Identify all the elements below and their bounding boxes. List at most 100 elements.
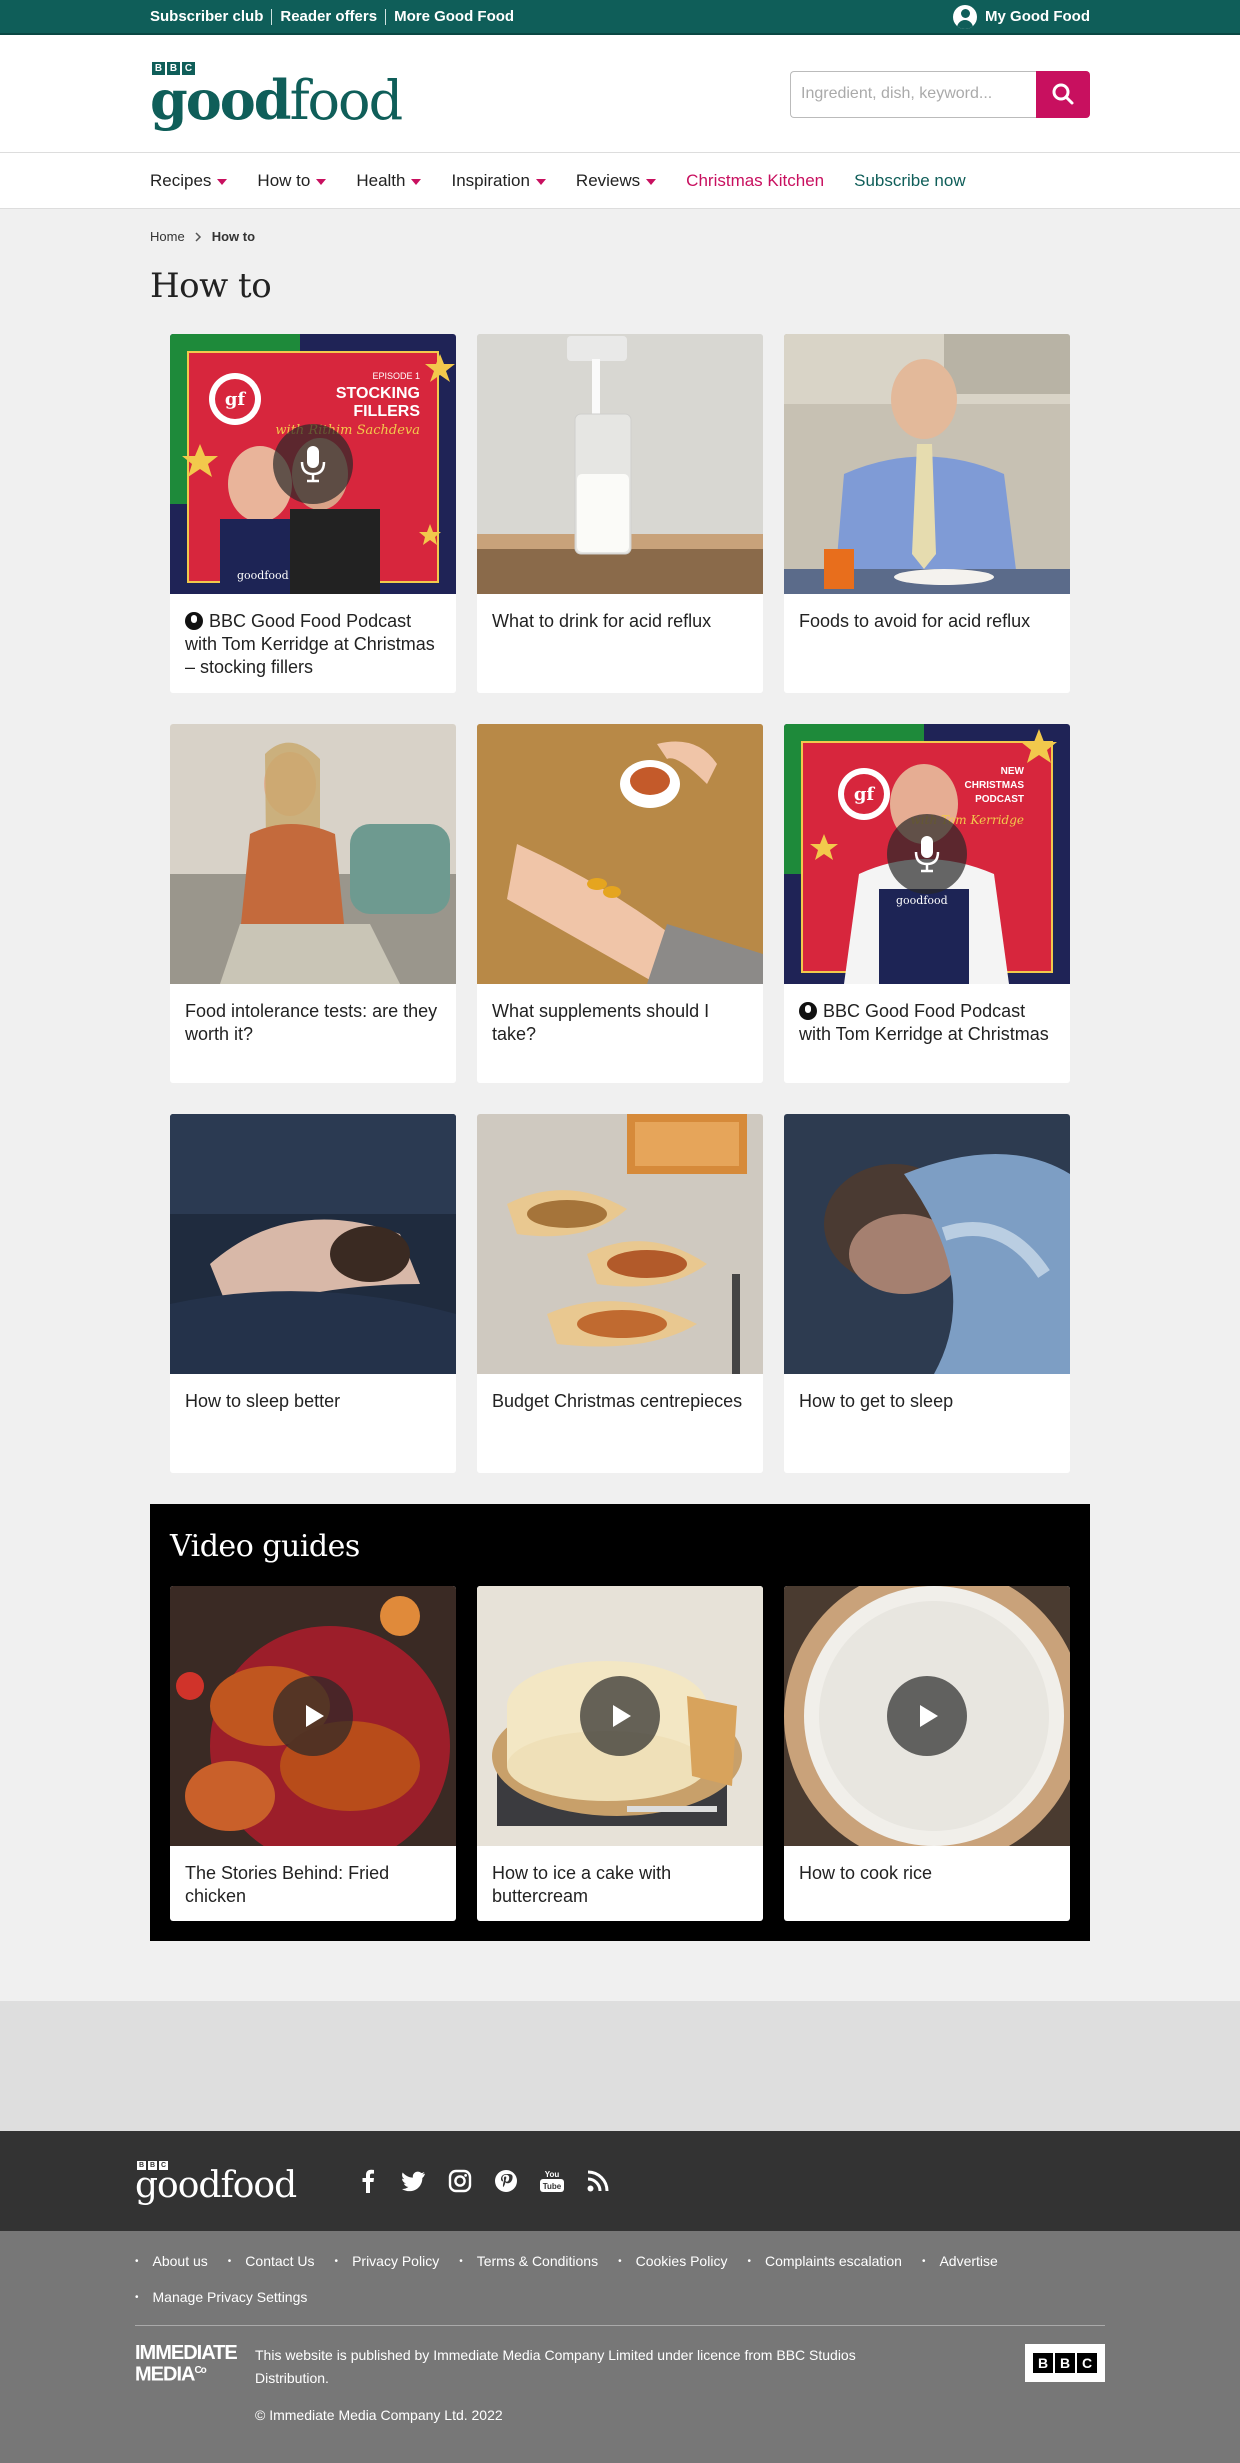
- chevron-down-icon: [411, 179, 422, 185]
- subscriber-club-link[interactable]: Subscriber club: [150, 8, 271, 25]
- artwork-new-text: NEW: [1001, 766, 1025, 777]
- nav-subscribe[interactable]: Subscribe now: [854, 171, 966, 191]
- footer-link-privacy-settings[interactable]: Manage Privacy Settings: [135, 2289, 308, 2305]
- nav-how-to[interactable]: How to: [257, 171, 327, 191]
- bbc-letter: B: [1033, 2353, 1053, 2373]
- nav-label: Health: [356, 171, 406, 190]
- publisher-text: This website is published by Immediate M…: [255, 2347, 856, 2386]
- nav-christmas-kitchen[interactable]: Christmas Kitchen: [686, 171, 824, 191]
- facebook-icon[interactable]: [356, 2169, 380, 2193]
- logo-food: food: [220, 2164, 297, 2206]
- footer-link-terms[interactable]: Terms & Conditions: [459, 2253, 598, 2269]
- podcast-play-overlay[interactable]: [887, 814, 967, 894]
- nav-recipes[interactable]: Recipes: [150, 171, 228, 191]
- video-play-button[interactable]: [273, 1676, 353, 1756]
- card-image: [170, 1114, 456, 1374]
- card-title: What supplements should I take?: [492, 1001, 710, 1044]
- artwork-gf-logo: gf: [225, 389, 247, 410]
- card-title: How to get to sleep: [799, 1391, 954, 1411]
- chevron-down-icon: [646, 179, 657, 185]
- chevron-down-icon: [217, 179, 228, 185]
- utility-links: Subscriber club Reader offers More Good …: [150, 8, 522, 25]
- article-card[interactable]: What to drink for acid reflux: [477, 334, 763, 693]
- play-icon: [920, 1705, 938, 1727]
- footer-link-privacy-policy[interactable]: Privacy Policy: [335, 2253, 439, 2269]
- my-good-food-link[interactable]: My Good Food: [953, 4, 1090, 29]
- podcast-icon: [799, 1002, 817, 1020]
- bbc-letter: C: [1077, 2353, 1097, 2373]
- card-title: BBC Good Food Podcast with Tom Kerridge …: [170, 594, 456, 679]
- card-image: [477, 334, 763, 594]
- more-good-food-link[interactable]: More Good Food: [385, 8, 522, 25]
- top-utility-bar: Subscriber club Reader offers More Good …: [0, 0, 1240, 35]
- video-play-button[interactable]: [887, 1676, 967, 1756]
- article-card[interactable]: How to sleep better: [170, 1114, 456, 1473]
- footer-link-contact-us[interactable]: Contact Us: [228, 2253, 314, 2269]
- footer-link-advertise[interactable]: Advertise: [922, 2253, 997, 2269]
- card-image: [784, 1114, 1070, 1374]
- immediate-co: Co: [194, 2365, 206, 2376]
- article-card[interactable]: Budget Christmas centrepieces: [477, 1114, 763, 1473]
- reader-offers-link[interactable]: Reader offers: [271, 8, 385, 25]
- card-title: BBC Good Food Podcast with Tom Kerridge …: [784, 984, 1070, 1046]
- search-input[interactable]: [790, 70, 1036, 118]
- footer-link-cookies-policy[interactable]: Cookies Policy: [618, 2253, 728, 2269]
- article-card[interactable]: NEW CHRISTMAS PODCAST with Tom Kerridge …: [784, 724, 1070, 1083]
- nav-health[interactable]: Health: [356, 171, 422, 191]
- article-card[interactable]: EPISODE 1 STOCKING FILLERS with Rithim S…: [170, 334, 456, 693]
- svg-text:Tube: Tube: [543, 2182, 562, 2191]
- main-content: Home How to How to EPISODE 1 STOCKING FI…: [150, 209, 1090, 1941]
- footer-link-about-us[interactable]: About us: [135, 2253, 208, 2269]
- footer-legal: IMMEDIATE MEDIACo This website is publis…: [135, 2343, 1105, 2427]
- play-icon: [613, 1705, 631, 1727]
- microphone-icon: [914, 836, 940, 873]
- card-title: Food intolerance tests: are they worth i…: [185, 1001, 438, 1044]
- article-card[interactable]: Food intolerance tests: are they worth i…: [170, 724, 456, 1083]
- bbc-footer-logo[interactable]: B B C: [1025, 2344, 1105, 2382]
- podcast-icon: [185, 612, 203, 630]
- artwork-heading-2: PODCAST: [975, 794, 1024, 805]
- my-good-food-label: My Good Food: [985, 8, 1090, 25]
- footer-divider: [135, 2325, 1105, 2326]
- chevron-down-icon: [316, 179, 327, 185]
- nav-reviews[interactable]: Reviews: [576, 171, 657, 191]
- play-icon: [306, 1705, 324, 1727]
- artwork-heading-1: CHRISTMAS: [965, 780, 1025, 791]
- twitter-icon[interactable]: [402, 2169, 426, 2193]
- man-sleeping-photo: [784, 1114, 1070, 1374]
- youtube-icon[interactable]: You Tube: [540, 2169, 565, 2193]
- video-play-button[interactable]: [580, 1676, 660, 1756]
- article-card[interactable]: How to get to sleep: [784, 1114, 1070, 1473]
- card-title: Foods to avoid for acid reflux: [799, 611, 1031, 631]
- video-card[interactable]: The Stories Behind: Fried chicken: [170, 1586, 456, 1921]
- site-logo[interactable]: B B C goodfood: [150, 62, 403, 128]
- video-guides-heading: Video guides: [170, 1529, 360, 1564]
- microphone-icon: [300, 446, 326, 483]
- pinterest-icon[interactable]: [494, 2169, 518, 2193]
- card-title: Budget Christmas centrepieces: [492, 1391, 743, 1411]
- advert-space: [0, 2001, 1240, 2131]
- card-image: NEW CHRISTMAS PODCAST with Tom Kerridge …: [784, 724, 1070, 984]
- search-icon: [1052, 83, 1074, 105]
- footer-logo[interactable]: B B C goodfood: [135, 2160, 297, 2203]
- chevron-right-icon: [195, 231, 201, 242]
- pastry-slices-photo: [477, 1114, 763, 1374]
- video-thumbnail: [477, 1586, 763, 1846]
- article-card[interactable]: Foods to avoid for acid reflux: [784, 334, 1070, 693]
- podcast-play-overlay[interactable]: [273, 424, 353, 504]
- rss-icon[interactable]: [586, 2169, 610, 2193]
- search-button[interactable]: [1036, 70, 1090, 118]
- nav-label: How to: [257, 171, 311, 190]
- immediate-media-logo[interactable]: IMMEDIATE MEDIACo: [135, 2343, 255, 2385]
- breadcrumb: Home How to: [150, 229, 1090, 244]
- video-card[interactable]: How to cook rice: [784, 1586, 1070, 1921]
- video-card[interactable]: How to ice a cake with buttercream: [477, 1586, 763, 1921]
- footer-link-complaints[interactable]: Complaints escalation: [747, 2253, 902, 2269]
- article-card[interactable]: What supplements should I take?: [477, 724, 763, 1083]
- nav-inspiration[interactable]: Inspiration: [451, 171, 546, 191]
- logo-good: good: [150, 68, 292, 132]
- instagram-icon[interactable]: [448, 2169, 472, 2193]
- breadcrumb-home[interactable]: Home: [150, 229, 185, 244]
- video-title: The Stories Behind: Fried chicken: [185, 1863, 390, 1906]
- card-title: How to sleep better: [185, 1391, 341, 1411]
